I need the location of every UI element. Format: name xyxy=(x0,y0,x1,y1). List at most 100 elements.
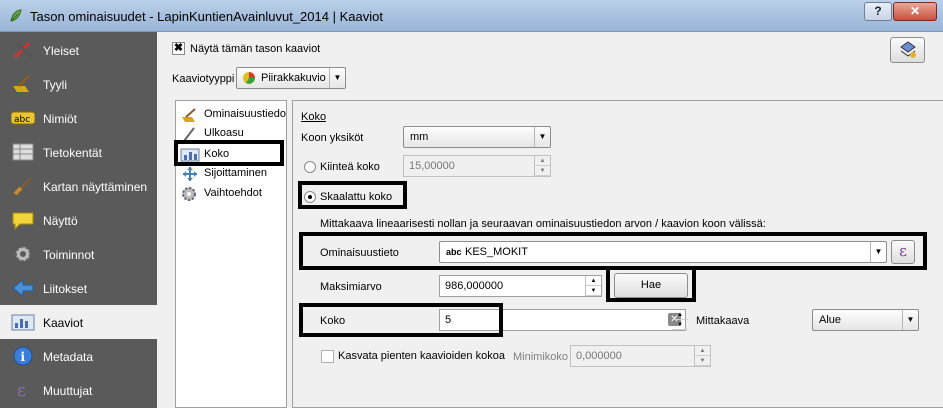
sidebar-item-label: Toiminnot xyxy=(43,248,95,262)
brush-icon xyxy=(13,177,32,196)
style-manager-icon xyxy=(899,41,916,58)
tree-item-label: Vaihtoehdot xyxy=(204,187,262,199)
fixed-size-value: 15,00000 xyxy=(409,160,455,172)
close-button[interactable]: ✕ xyxy=(893,2,937,21)
svg-text:i: i xyxy=(21,350,26,364)
spin-down-icon: ▼ xyxy=(672,320,688,330)
fixed-size-radio[interactable] xyxy=(304,161,316,173)
increase-small-label: Kasvata pienten kaavioiden kokoa xyxy=(338,350,505,362)
spin-down-icon: ▼ xyxy=(535,166,550,176)
highlight-size-row xyxy=(299,303,503,337)
diagram-type-value: Piirakkakuvio xyxy=(261,72,326,84)
diagram-type-combo[interactable]: Piirakkakuvio ▼ xyxy=(236,67,346,89)
sidebar-item-label: Tietokentät xyxy=(43,146,102,160)
gear-icon xyxy=(15,246,31,262)
layer-style-button[interactable] xyxy=(890,37,925,63)
size-units-combo[interactable]: mm ▼ xyxy=(403,126,551,148)
sidebar-item-metadata[interactable]: i Metadata xyxy=(0,339,157,373)
svg-text:abc: abc xyxy=(14,115,30,125)
highlight-koko-tree xyxy=(174,140,284,166)
sidebar-item-label: Kaaviot xyxy=(43,316,84,330)
scale-value: Alue xyxy=(819,314,842,326)
sidebar-item-label: Nimiöt xyxy=(43,112,78,126)
spin-up-icon: ▲ xyxy=(695,346,710,356)
tools-icon xyxy=(13,41,33,59)
highlight-scaled-size xyxy=(298,181,407,209)
fixed-size-field[interactable]: 15,00000 ▲ ▼ xyxy=(403,155,551,177)
info-icon: i xyxy=(13,346,33,366)
sidebar-item-label: Muuttujat xyxy=(43,384,93,398)
tree-item-sijoittaminen[interactable]: Sijoittaminen xyxy=(180,165,286,183)
help-button[interactable]: ? xyxy=(864,2,892,21)
diagram-type-label: Kaaviotyyppi xyxy=(172,73,235,85)
chevron-down-icon: ▼ xyxy=(534,127,550,147)
increase-small-checkbox[interactable] xyxy=(321,350,334,363)
tree-item-ominaisuustiedot[interactable]: Ominaisuustiedot xyxy=(180,106,286,124)
tree-item-label: Ulkoasu xyxy=(204,127,244,139)
max-value-label: Maksimiarvo xyxy=(320,281,382,293)
fixed-size-spinner[interactable]: ▲ ▼ xyxy=(534,156,550,176)
sidebar-item-label: Liitokset xyxy=(43,282,88,296)
speech-bubble-icon xyxy=(12,212,34,230)
size-panel: Koko Koon yksiköt mm ▼ Kiinteä koko 15,0… xyxy=(292,100,943,408)
sidebar-item-kaaviot[interactable]: Kaaviot xyxy=(0,305,157,339)
size-group-title: Koko xyxy=(301,111,327,123)
sidebar-item-label: Kartan näyttäminen xyxy=(43,180,148,194)
sidebar-item-nimiot[interactable]: abc Nimiöt xyxy=(0,101,157,135)
size-spinner[interactable]: ▲ ▼ xyxy=(672,310,688,332)
scaling-description: Mittakaava lineaarisesti nollan ja seura… xyxy=(320,218,766,230)
sidebar-item-yleiset[interactable]: Yleiset xyxy=(0,33,157,67)
show-diagrams-checkbox[interactable]: ✖ xyxy=(172,42,185,55)
tree-item-label: Ominaisuustiedot xyxy=(204,108,286,120)
max-value-field[interactable]: 986,000000 ▲ ▼ xyxy=(439,275,602,297)
join-arrow-icon xyxy=(12,278,34,298)
max-value-spinner[interactable]: ▲ ▼ xyxy=(585,276,601,296)
attributes-icon xyxy=(182,108,196,122)
sidebar-item-label: Näyttö xyxy=(43,214,78,228)
table-icon xyxy=(12,143,34,161)
scale-combo[interactable]: Alue ▼ xyxy=(812,309,919,331)
svg-text:ε: ε xyxy=(17,381,26,400)
sidebar-item-liitokset[interactable]: Liitokset xyxy=(0,271,157,305)
placement-icon xyxy=(183,167,197,181)
tree-item-label: Sijoittaminen xyxy=(204,167,267,179)
min-size-field[interactable]: 0,000000 ▲ ▼ xyxy=(570,345,711,367)
spin-down-icon: ▼ xyxy=(695,356,710,366)
highlight-fetch-button xyxy=(606,266,696,302)
sidebar-item-kartan-nayttaminen[interactable]: Kartan näyttäminen xyxy=(0,169,157,203)
tree-item-vaihtoehdot[interactable]: Vaihtoehdot xyxy=(180,185,286,203)
dialog-body: Yleiset Tyyli abc Nimiöt Tietokentät Kar… xyxy=(0,32,943,408)
chevron-down-icon: ▼ xyxy=(902,310,918,330)
window-title: Tason ominaisuudet - LapinKuntienAvainlu… xyxy=(30,9,383,24)
max-value: 986,000000 xyxy=(445,280,504,292)
spin-down-icon: ▼ xyxy=(586,286,601,296)
diagrams-page: ✖ Näytä tämän tason kaaviot Kaaviotyyppi… xyxy=(157,32,943,408)
chevron-down-icon: ▼ xyxy=(329,68,345,88)
paint-icon xyxy=(13,74,31,92)
size-units-label: Koon yksiköt xyxy=(301,132,364,144)
min-size-spinner[interactable]: ▲ ▼ xyxy=(694,346,710,366)
epsilon-icon: ε xyxy=(17,381,26,400)
sidebar-item-toiminnot[interactable]: Toiminnot xyxy=(0,237,157,271)
pie-chart-icon xyxy=(243,72,255,84)
options-icon xyxy=(182,187,196,201)
sidebar-item-muuttujat[interactable]: ε Muuttujat xyxy=(0,373,157,407)
sidebar-item-label: Yleiset xyxy=(43,44,80,58)
spin-up-icon: ▲ xyxy=(535,156,550,166)
min-size-label: Minimikoko xyxy=(513,351,569,363)
highlight-attribute-row xyxy=(299,232,927,270)
abc-icon: abc xyxy=(11,111,35,125)
spin-up-icon: ▲ xyxy=(586,276,601,286)
sidebar-item-naytto[interactable]: Näyttö xyxy=(0,203,157,237)
chart-icon xyxy=(11,314,35,331)
sidebar-item-label: Metadata xyxy=(43,350,94,364)
show-diagrams-label: Näytä tämän tason kaaviot xyxy=(190,43,321,55)
qgis-logo-icon xyxy=(10,9,22,22)
sidebar: Yleiset Tyyli abc Nimiöt Tietokentät Kar… xyxy=(0,32,157,408)
scale-label: Mittakaava xyxy=(696,315,750,327)
sidebar-item-tietokentat[interactable]: Tietokentät xyxy=(0,135,157,169)
size-units-value: mm xyxy=(410,131,429,143)
sidebar-item-tyyli[interactable]: Tyyli xyxy=(0,67,157,101)
min-size-value: 0,000000 xyxy=(576,350,622,362)
sidebar-item-label: Tyyli xyxy=(43,78,67,92)
